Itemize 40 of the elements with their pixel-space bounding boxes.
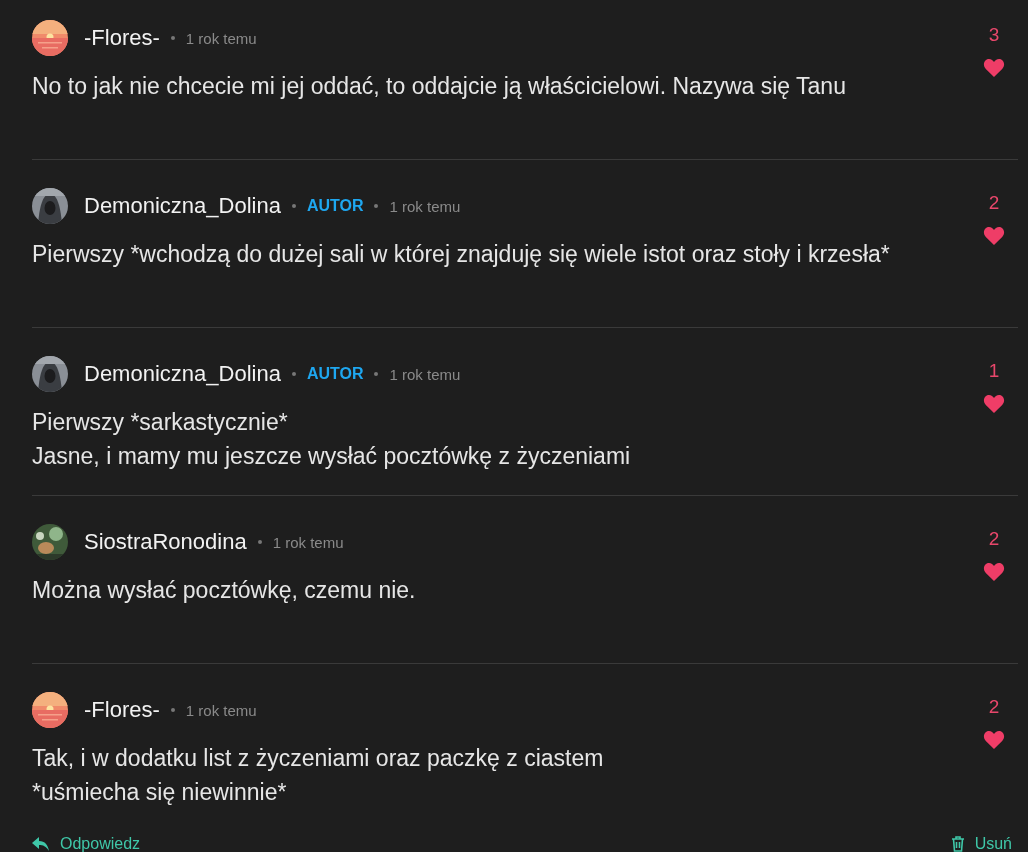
heart-icon[interactable]	[983, 394, 1005, 414]
comment-time: 1 rok temu	[389, 365, 461, 383]
author-label: AUTOR	[306, 197, 364, 215]
separator-dot	[291, 372, 296, 376]
comment-time: 1 rok temu	[185, 29, 257, 47]
reply-link[interactable]: Odpowiedz	[32, 835, 141, 852]
like-count: 2	[988, 696, 1000, 718]
author-label: AUTOR	[306, 365, 364, 383]
heart-icon[interactable]	[983, 226, 1005, 246]
like-count: 2	[988, 528, 1000, 550]
comment-time: 1 rok temu	[389, 197, 461, 215]
separator-dot	[291, 204, 296, 208]
comment-text: No to jak nie chcecie mi jej oddać, to oddajcie ją właścicielowi. Nazywa się Tanu	[32, 72, 847, 101]
separator-dot	[374, 204, 379, 208]
reply-icon	[32, 837, 50, 851]
delete-link[interactable]: Usuń	[950, 835, 1012, 852]
author-name[interactable]: -Flores-	[84, 697, 160, 723]
like-count: 1	[988, 360, 1000, 382]
separator-dot	[170, 36, 175, 40]
comment-text: Można wysłać pocztówkę, czemu nie.	[32, 576, 417, 605]
like-count: 3	[988, 24, 1000, 46]
heart-icon[interactable]	[983, 58, 1005, 78]
trash-icon	[950, 836, 965, 852]
comment-text: Tak, i w dodatku list z życzeniami oraz paczkę z ciastem	[32, 744, 605, 773]
author-name[interactable]: Demoniczna_Dolina	[84, 361, 281, 387]
separator-dot	[374, 372, 379, 376]
comment-time: 1 rok temu	[272, 533, 344, 551]
author-name[interactable]: -Flores-	[84, 25, 160, 51]
comment-text: Pierwszy *sarkastycznie*	[32, 408, 289, 437]
separator-dot	[257, 540, 262, 544]
author-name[interactable]: SiostraRonodina	[84, 529, 247, 555]
heart-icon[interactable]	[983, 562, 1005, 582]
like-count: 2	[988, 192, 1000, 214]
comment-text: *uśmiecha się niewinnie*	[32, 778, 288, 807]
separator-dot	[170, 708, 175, 712]
comment-text: Jasne, i mamy mu jeszcze wysłać pocztówkę z życzeniami	[32, 442, 632, 471]
comment-time: 1 rok temu	[185, 701, 257, 719]
comment-text: Pierwszy *wchodzą do dużej sali w której znajduję się wiele istot oraz stoły i krzesła*	[32, 240, 891, 269]
author-name[interactable]: Demoniczna_Dolina	[84, 193, 281, 219]
heart-icon[interactable]	[983, 730, 1005, 750]
